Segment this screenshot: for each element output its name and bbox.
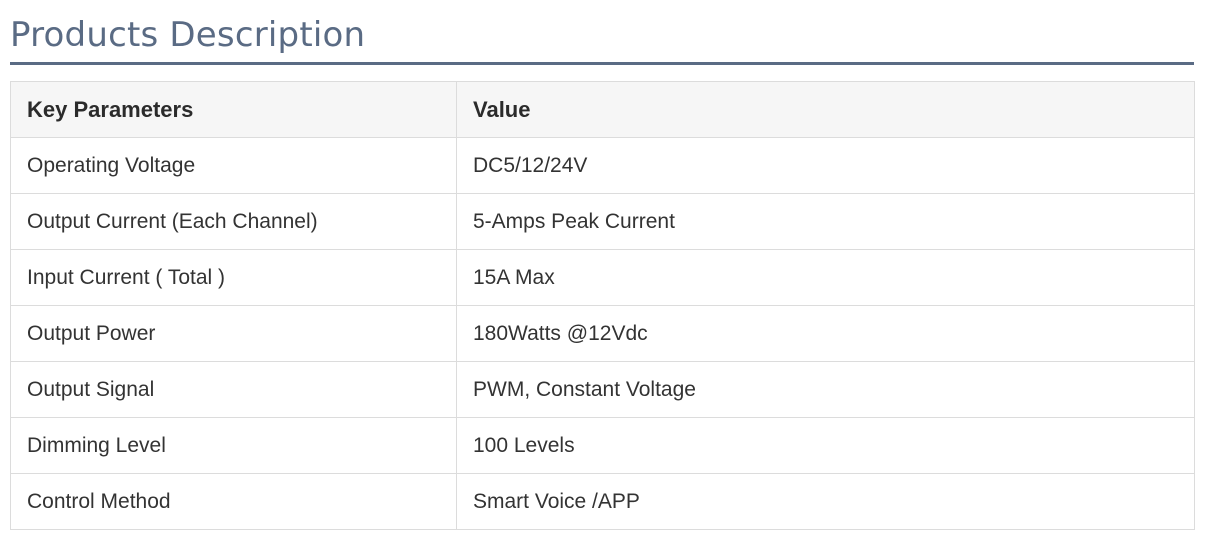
param-cell: Output Signal [10,361,457,418]
param-cell: Operating Voltage [10,137,457,194]
param-cell: Control Method [10,473,457,530]
column-header-key-parameters: Key Parameters [10,81,457,138]
param-cell: Output Power [10,305,457,362]
table-row: Output Signal PWM, Constant Voltage [10,361,1195,418]
value-cell: DC5/12/24V [456,137,1195,194]
table-row: Input Current ( Total ) 15A Max [10,249,1195,306]
value-cell: 180Watts @12Vdc [456,305,1195,362]
param-cell: Dimming Level [10,417,457,474]
section-title: Products Description [10,15,366,55]
value-cell: PWM, Constant Voltage [456,361,1195,418]
value-cell: Smart Voice /APP [456,473,1195,530]
table-row: Operating Voltage DC5/12/24V [10,137,1195,194]
spec-table: Key Parameters Value Operating Voltage D… [10,81,1195,530]
table-row: Output Current (Each Channel) 5-Amps Pea… [10,193,1195,250]
param-cell: Output Current (Each Channel) [10,193,457,250]
table-row: Control Method Smart Voice /APP [10,473,1195,530]
table-header-row: Key Parameters Value [10,81,1195,138]
value-cell: 100 Levels [456,417,1195,474]
title-underline [10,62,1194,65]
value-cell: 15A Max [456,249,1195,306]
table-row: Output Power 180Watts @12Vdc [10,305,1195,362]
param-cell: Input Current ( Total ) [10,249,457,306]
column-header-value: Value [456,81,1195,138]
table-row: Dimming Level 100 Levels [10,417,1195,474]
value-cell: 5-Amps Peak Current [456,193,1195,250]
